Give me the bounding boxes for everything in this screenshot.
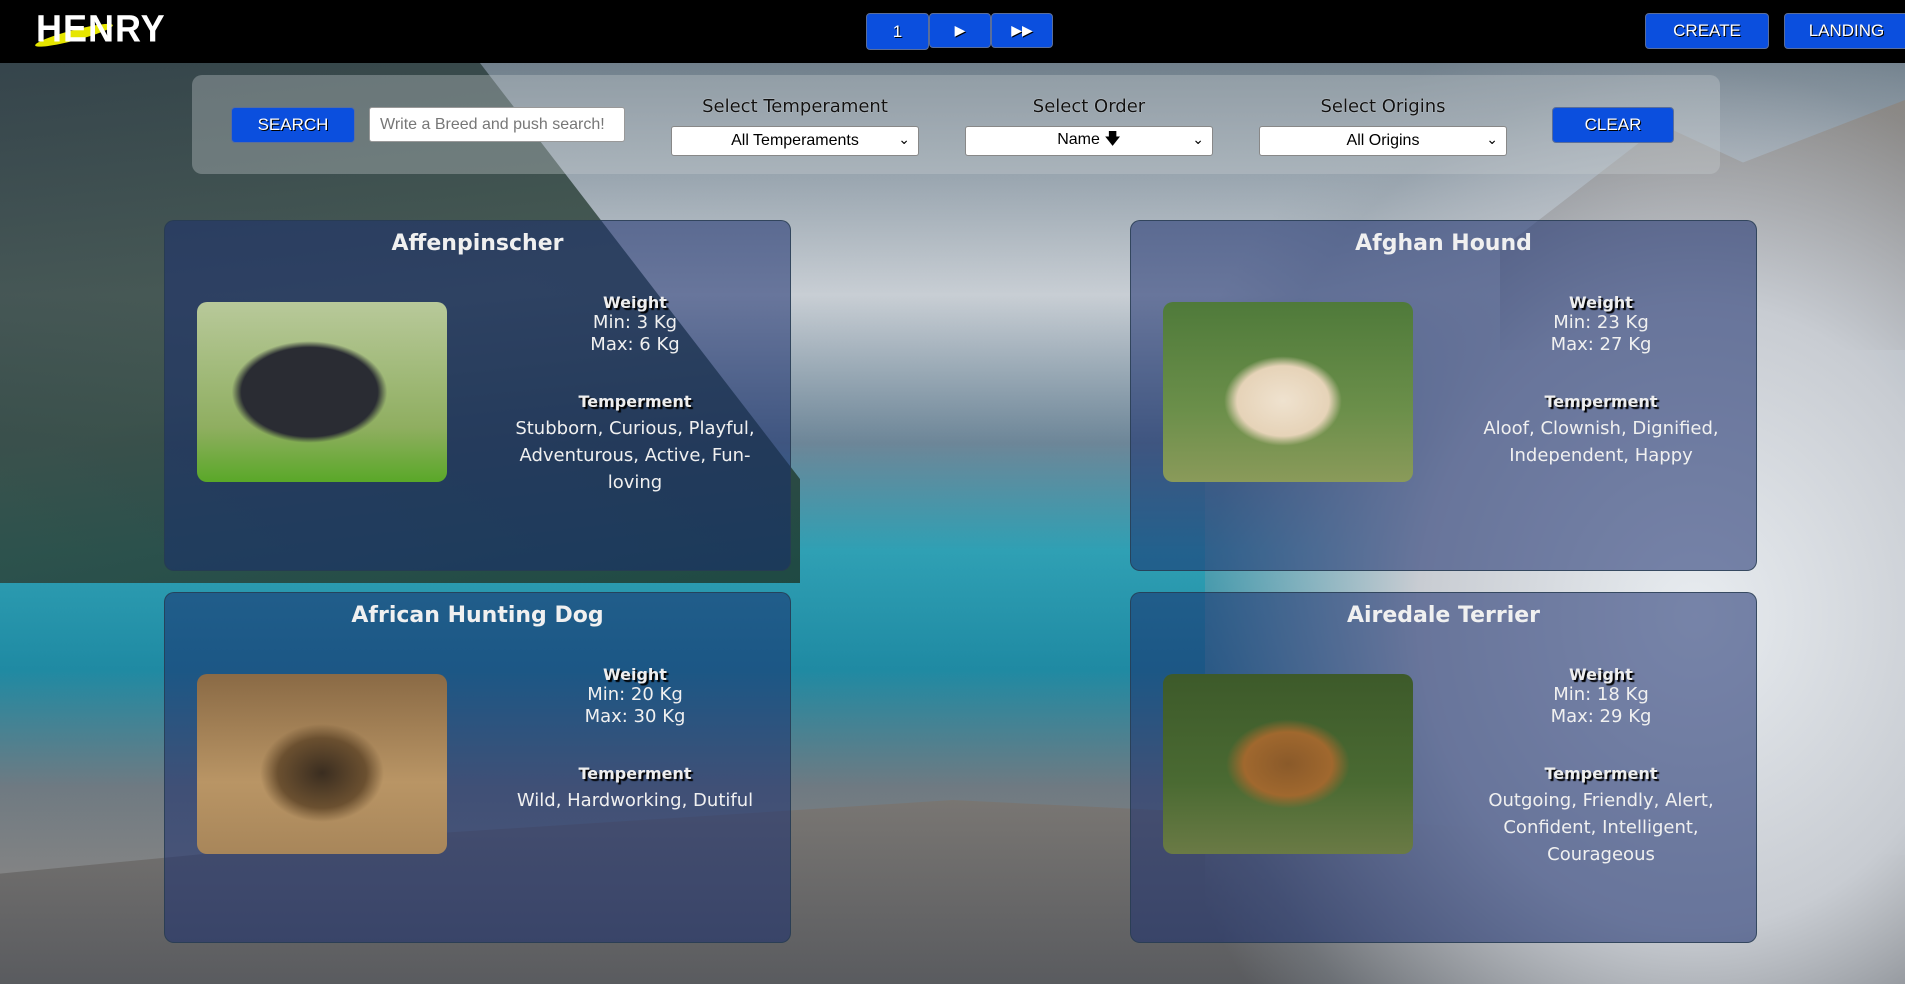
breed-image	[197, 302, 447, 482]
last-page-button[interactable]: ▶▶	[991, 13, 1053, 48]
weight-max: Max: 27 Kg	[1550, 334, 1652, 355]
weight-min: Min: 3 Kg	[592, 312, 678, 333]
search-input[interactable]: Write a Breed and push search!	[369, 107, 625, 142]
temperament-select[interactable]: All Temperaments ⌄	[671, 126, 919, 156]
weight-label: Weight	[1569, 665, 1633, 684]
next-page-button[interactable]: ▶	[929, 13, 991, 48]
order-select[interactable]: Name 🡇 ⌄	[965, 126, 1213, 156]
breed-card[interactable]: Afghan Hound Weight Min: 23 Kg Max: 27 K…	[1130, 220, 1757, 571]
clear-button[interactable]: CLEAR	[1552, 107, 1674, 143]
temperament-label: Temperment	[578, 392, 692, 411]
breed-name: Airedale Terrier	[1346, 603, 1541, 628]
chevron-down-icon: ⌄	[1192, 131, 1204, 147]
breed-name: African Hunting Dog	[351, 603, 604, 628]
breed-name: Affenpinscher	[391, 231, 564, 256]
breed-card[interactable]: Airedale Terrier Weight Min: 18 Kg Max: …	[1130, 592, 1757, 943]
weight-max: Max: 30 Kg	[584, 706, 686, 727]
temperament-label: Select Temperament	[702, 96, 888, 117]
weight-label: Weight	[1569, 293, 1633, 312]
breed-name: Afghan Hound	[1355, 231, 1532, 256]
weight-label: Weight	[603, 293, 667, 312]
landing-button[interactable]: LANDING	[1784, 13, 1905, 49]
weight-max: Max: 29 Kg	[1550, 706, 1652, 727]
temperament-value: Outgoing, Friendly, Alert, Confident, In…	[1488, 790, 1714, 865]
henry-logo[interactable]: HENRY	[33, 7, 166, 51]
breed-card[interactable]: African Hunting Dog Weight Min: 20 Kg Ma…	[164, 592, 791, 943]
breed-image	[1163, 674, 1413, 854]
weight-min: Min: 18 Kg	[1553, 684, 1649, 705]
search-button[interactable]: SEARCH	[231, 107, 355, 143]
chevron-down-icon: ⌄	[1486, 131, 1498, 147]
weight-label: Weight	[603, 665, 667, 684]
weight-min: Min: 23 Kg	[1553, 312, 1649, 333]
temperament-value: Aloof, Clownish, Dignified, Independent,…	[1483, 418, 1719, 466]
page-1-button[interactable]: 1	[866, 13, 929, 50]
breed-image	[1163, 302, 1413, 482]
breed-image	[197, 674, 447, 854]
temperament-value: Stubborn, Curious, Playful, Adventurous,…	[515, 418, 755, 493]
weight-min: Min: 20 Kg	[587, 684, 683, 705]
breed-card[interactable]: Affenpinscher Weight Min: 3 Kg Max: 6 Kg…	[164, 220, 791, 571]
temperament-value: Wild, Hardworking, Dutiful	[516, 790, 754, 811]
create-button[interactable]: CREATE	[1645, 13, 1769, 49]
temperament-label: Temperment	[578, 764, 692, 783]
origins-select[interactable]: All Origins ⌄	[1259, 126, 1507, 156]
order-label: Select Order	[1032, 96, 1146, 117]
origins-label: Select Origins	[1320, 96, 1446, 117]
chevron-down-icon: ⌄	[898, 131, 910, 147]
weight-max: Max: 6 Kg	[590, 334, 680, 355]
temperament-label: Temperment	[1544, 392, 1658, 411]
navbar: HENRY 1 ▶ ▶▶ CREATE LANDING	[0, 0, 1905, 63]
temperament-label: Temperment	[1544, 764, 1658, 783]
